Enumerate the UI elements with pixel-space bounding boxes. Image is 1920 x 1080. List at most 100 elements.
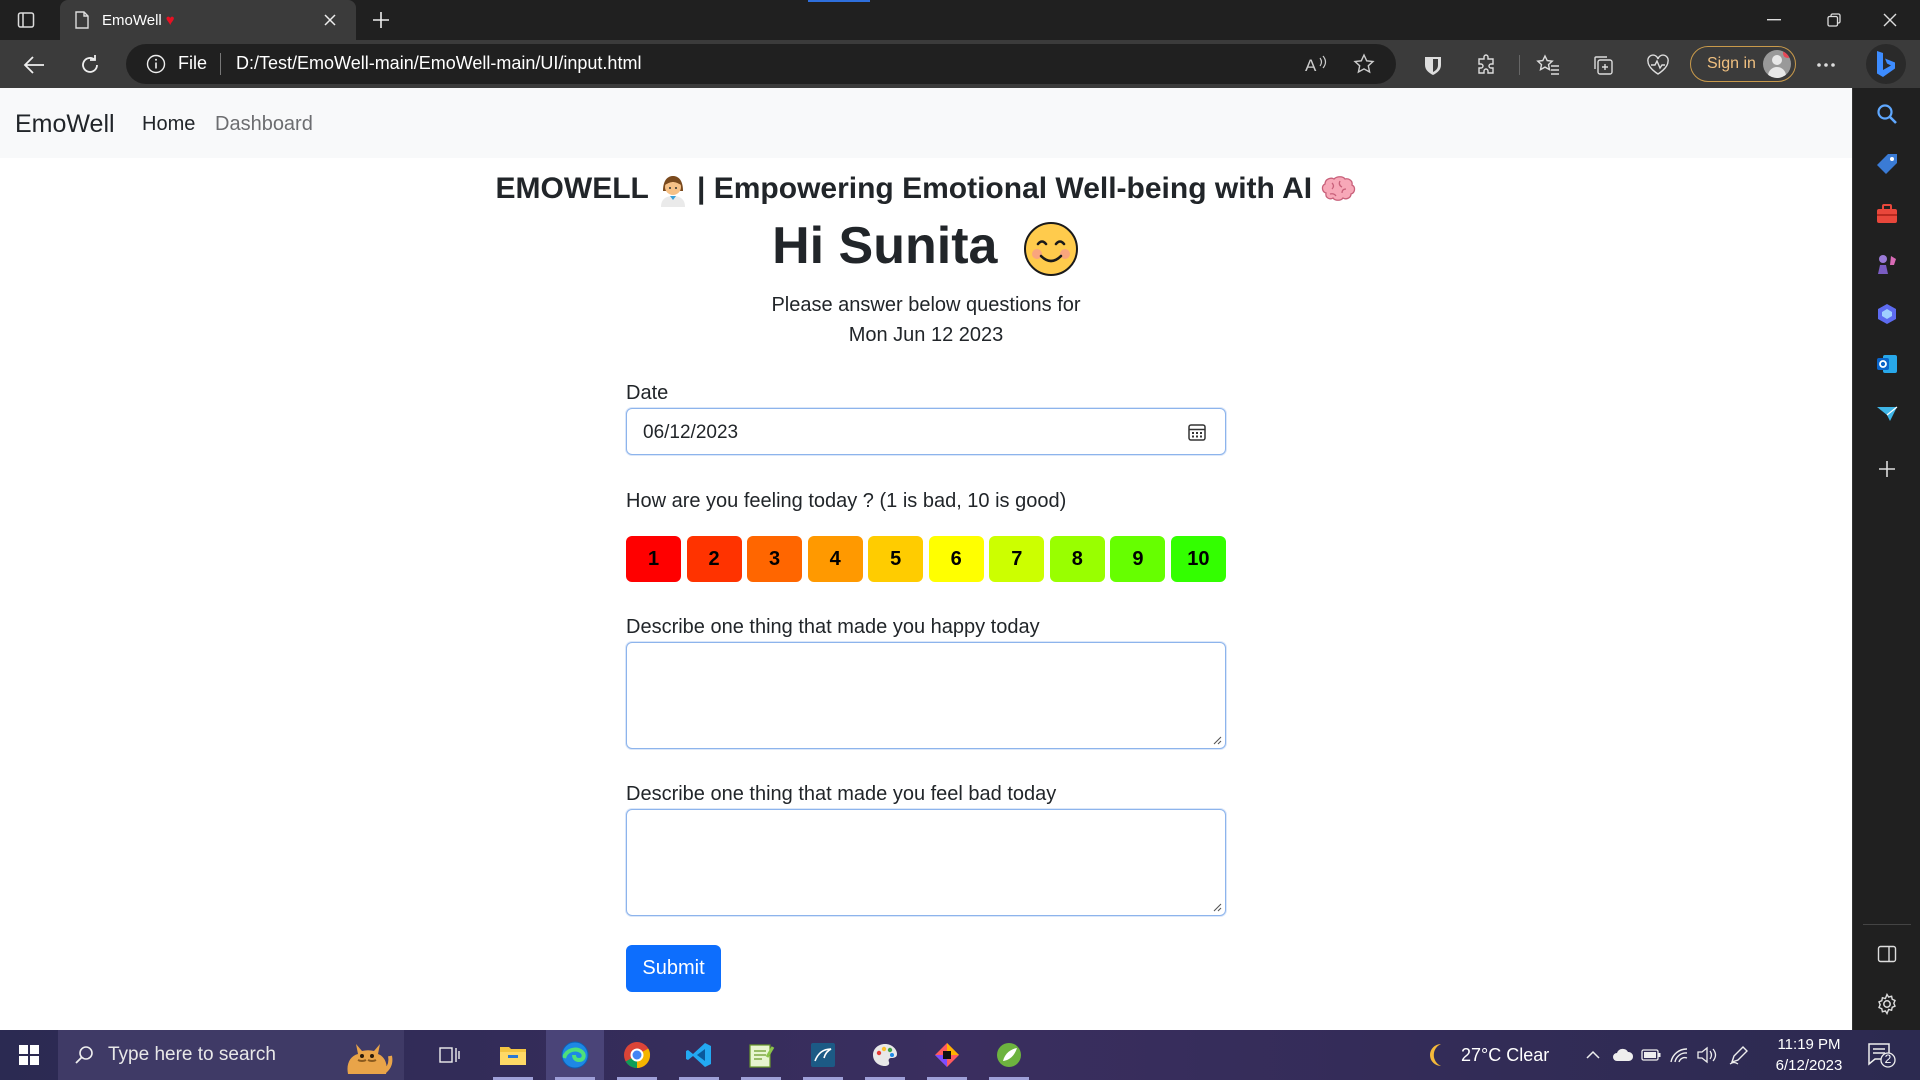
edge-sidebar (1852, 88, 1920, 1030)
taskbar-search-box[interactable]: Type here to search (58, 1030, 404, 1080)
vscode-icon[interactable] (670, 1030, 728, 1080)
nav-link-home[interactable]: Home (142, 113, 195, 136)
url-separator (220, 53, 221, 75)
feeling-rating-scale: 1 2 3 4 5 6 7 8 9 10 (626, 536, 1226, 582)
tools-briefcase-icon[interactable] (1873, 200, 1901, 228)
minimize-icon[interactable] (1744, 0, 1804, 40)
favorite-star-icon[interactable] (1352, 52, 1376, 76)
address-bar[interactable]: File D:/Test/EmoWell-main/EmoWell-main/U… (126, 44, 1396, 84)
battery-icon[interactable] (1640, 1044, 1662, 1066)
extensions-icon[interactable] (1474, 52, 1500, 78)
system-clock[interactable]: 11:19 PM 6/12/2023 (1764, 1034, 1854, 1076)
moon-icon (1430, 1044, 1441, 1066)
bing-copilot-icon[interactable] (1866, 44, 1906, 84)
outlook-icon[interactable] (1873, 350, 1901, 378)
read-aloud-icon[interactable]: A (1304, 52, 1328, 76)
resize-handle-icon[interactable] (1212, 735, 1222, 745)
back-icon[interactable] (20, 51, 48, 79)
submit-button[interactable]: Submit (626, 945, 721, 992)
onedrive-cloud-icon[interactable] (1612, 1044, 1634, 1066)
happy-textarea[interactable] (626, 642, 1226, 749)
tab-actions-icon[interactable] (14, 8, 38, 32)
notification-center-icon[interactable]: 2 (1866, 1040, 1896, 1070)
show-hidden-icons-chevron-up-icon[interactable] (1582, 1044, 1604, 1066)
refresh-icon[interactable] (76, 51, 104, 79)
file-explorer-icon[interactable] (484, 1030, 542, 1080)
add-sidebar-app-icon[interactable] (1873, 455, 1901, 483)
url-scheme-label: File (178, 53, 208, 73)
more-options-icon[interactable] (1813, 52, 1839, 78)
avatar (1763, 50, 1791, 78)
edge-browser-icon[interactable] (546, 1030, 604, 1080)
brain-emoji-icon (1322, 176, 1356, 201)
pen-workspace-icon[interactable] (1728, 1044, 1750, 1066)
rating-button-5[interactable]: 5 (868, 536, 924, 582)
collections-icon[interactable] (1590, 52, 1616, 78)
volume-icon[interactable] (1696, 1044, 1718, 1066)
rating-button-2[interactable]: 2 (686, 536, 742, 582)
intellij-toolbox-icon[interactable] (918, 1030, 976, 1080)
calendar-icon[interactable] (1187, 422, 1207, 442)
rating-button-9[interactable]: 9 (1110, 536, 1166, 582)
favorites-icon[interactable] (1535, 52, 1561, 78)
greeting-heading: Hi Sunita (0, 216, 1852, 278)
chrome-icon[interactable] (608, 1030, 666, 1080)
wifi-icon[interactable] (1668, 1044, 1690, 1066)
browser-essentials-icon[interactable] (1645, 52, 1671, 78)
svg-text:A: A (1305, 56, 1317, 74)
sidebar-settings-gear-icon[interactable] (1873, 990, 1901, 1018)
browser-tab[interactable]: EmoWell ♥ (60, 0, 356, 40)
mysql-workbench-icon[interactable] (794, 1030, 852, 1080)
weather-widget[interactable]: 27°C Clear (1425, 1030, 1549, 1080)
shopping-tag-icon[interactable] (1873, 150, 1901, 178)
rating-button-7[interactable]: 7 (989, 536, 1045, 582)
date-input[interactable]: 06/12/2023 (626, 408, 1226, 455)
drop-send-icon[interactable] (1873, 400, 1901, 428)
instruction-line: Please answer below questions for (771, 294, 1081, 316)
spring-tool-icon[interactable] (980, 1030, 1038, 1080)
navbar-brand[interactable]: EmoWell (15, 110, 115, 139)
clock-time: 11:19 PM (1777, 1036, 1841, 1053)
start-windows-icon[interactable] (0, 1030, 58, 1080)
close-tab-icon[interactable] (318, 8, 342, 32)
task-view-icon[interactable] (420, 1030, 478, 1080)
rating-button-1[interactable]: 1 (626, 536, 681, 582)
info-icon[interactable] (146, 54, 166, 74)
resize-handle-icon[interactable] (1212, 902, 1222, 912)
tab-title: EmoWell (102, 11, 162, 29)
page-icon (75, 11, 89, 29)
shield-extension-icon[interactable] (1420, 52, 1446, 78)
rating-button-8[interactable]: 8 (1049, 536, 1105, 582)
rating-button-4[interactable]: 4 (807, 536, 863, 582)
notepad-plus-plus-icon[interactable] (732, 1030, 790, 1080)
greeting-text: Hi Sunita (772, 217, 998, 275)
loading-indicator (808, 0, 870, 2)
close-window-icon[interactable] (1860, 0, 1920, 40)
health-worker-emoji-icon (660, 176, 685, 208)
sidebar-search-icon[interactable] (1873, 100, 1901, 128)
instruction-date: Mon Jun 12 2023 (848, 324, 1004, 346)
heart-icon: ♥ (165, 11, 175, 29)
date-label: Date (626, 382, 669, 404)
windows-taskbar: Type here to search 27°C Clear 11:19 PM … (0, 1030, 1920, 1080)
rating-button-6[interactable]: 6 (928, 536, 984, 582)
toolbar-separator (1519, 55, 1520, 75)
nav-link-dashboard[interactable]: Dashboard (215, 113, 313, 136)
page-title-prefix: EMOWELL (495, 172, 649, 205)
rating-button-3[interactable]: 3 (747, 536, 803, 582)
sign-in-button[interactable]: Sign in (1690, 46, 1796, 82)
clock-date: 6/12/2023 (1775, 1057, 1843, 1074)
rating-button-10[interactable]: 10 (1170, 536, 1226, 582)
new-tab-icon[interactable] (368, 7, 394, 33)
microsoft-365-icon[interactable] (1873, 300, 1901, 328)
search-highlight-cat-icon (347, 1044, 393, 1074)
restore-icon[interactable] (1804, 0, 1864, 40)
hide-sidebar-icon[interactable] (1873, 940, 1901, 968)
site-navbar: EmoWell Home Dashboard (0, 88, 1852, 158)
url-text[interactable]: D:/Test/EmoWell-main/EmoWell-main/UI/inp… (236, 53, 641, 74)
bad-textarea[interactable] (626, 809, 1226, 916)
games-icon[interactable] (1873, 250, 1901, 278)
web-page: EmoWell Home Dashboard EMOWELL | Empower… (0, 88, 1852, 1030)
paint-icon[interactable] (856, 1030, 914, 1080)
happy-question-label: Describe one thing that made you happy t… (626, 616, 1040, 638)
